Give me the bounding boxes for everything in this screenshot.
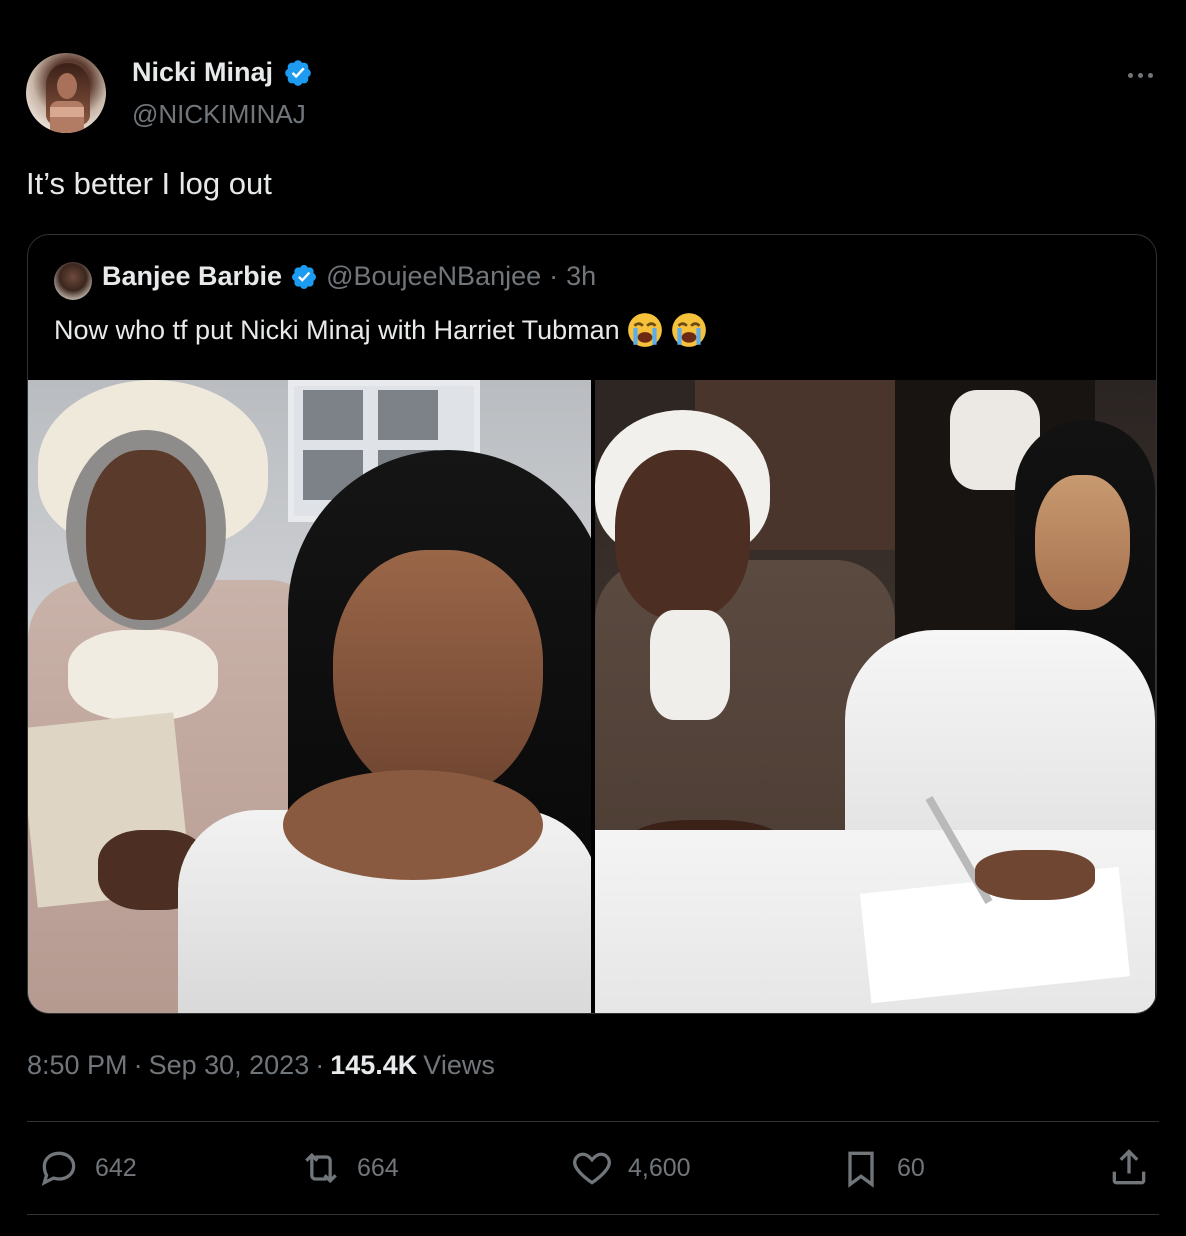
like-count: 4,600 <box>628 1153 691 1182</box>
media-image-right[interactable] <box>595 380 1156 1013</box>
more-options-icon[interactable] <box>1120 60 1160 90</box>
quote-media <box>28 380 1156 1013</box>
reply-count: 642 <box>95 1153 137 1182</box>
separator-dot: · <box>549 261 559 291</box>
heart-icon <box>573 1152 611 1185</box>
quote-text: Now who tf put Nicki Minaj with Harriet … <box>54 314 620 345</box>
share-button[interactable] <box>1107 1146 1151 1190</box>
bookmark-icon <box>848 1151 874 1188</box>
quoted-tweet-card[interactable]: Banjee Barbie @BoujeeNBanjee · 3h Now wh… <box>27 234 1157 1014</box>
tweet-page: Nicki Minaj @NICKIMINAJ It’s better I lo… <box>0 0 1186 1236</box>
tweet-meta: 8:50 PM · Sep 30, 2023 · 145.4K Views <box>27 1050 495 1081</box>
verified-badge-icon <box>292 264 317 289</box>
bookmark-button[interactable]: 60 <box>839 1146 925 1190</box>
tweet-text: It’s better I log out <box>26 166 272 201</box>
separator-dot: · <box>315 1050 325 1080</box>
retweet-icon <box>305 1152 337 1184</box>
tweet-time[interactable]: 8:50 PM <box>27 1050 128 1081</box>
tweet-actions: 642 664 4,600 60 <box>27 1122 1159 1214</box>
quote-header: Banjee Barbie @BoujeeNBanjee · 3h <box>102 261 596 292</box>
views-label: Views <box>423 1050 495 1080</box>
loudly-crying-face-icon <box>627 313 662 347</box>
like-button[interactable]: 4,600 <box>570 1146 691 1190</box>
reply-button[interactable]: 642 <box>37 1146 137 1190</box>
author-name-row[interactable]: Nicki Minaj <box>132 57 313 88</box>
quote-age[interactable]: 3h <box>566 261 596 292</box>
quote-author-handle[interactable]: @BoujeeNBanjee <box>326 261 541 292</box>
loudly-crying-face-icon <box>671 313 706 347</box>
quote-author-name[interactable]: Banjee Barbie <box>102 261 282 292</box>
media-image-left[interactable] <box>28 380 591 1013</box>
tweet-date[interactable]: Sep 30, 2023 <box>149 1050 310 1081</box>
verified-badge-icon <box>285 59 311 86</box>
bookmark-count: 60 <box>897 1153 925 1182</box>
views-count[interactable]: 145.4K <box>330 1050 417 1081</box>
author-handle[interactable]: @NICKIMINAJ <box>132 99 306 130</box>
retweet-count: 664 <box>357 1153 399 1182</box>
reply-icon <box>41 1151 76 1186</box>
retweet-button[interactable]: 664 <box>299 1146 399 1190</box>
quote-text-row: Now who tf put Nicki Minaj with Harriet … <box>54 311 708 349</box>
share-icon <box>1112 1149 1146 1185</box>
quote-author-avatar[interactable] <box>54 262 92 300</box>
separator-dot: · <box>133 1050 143 1080</box>
author-avatar[interactable] <box>26 53 106 133</box>
divider <box>27 1214 1159 1215</box>
author-name[interactable]: Nicki Minaj <box>132 57 273 88</box>
